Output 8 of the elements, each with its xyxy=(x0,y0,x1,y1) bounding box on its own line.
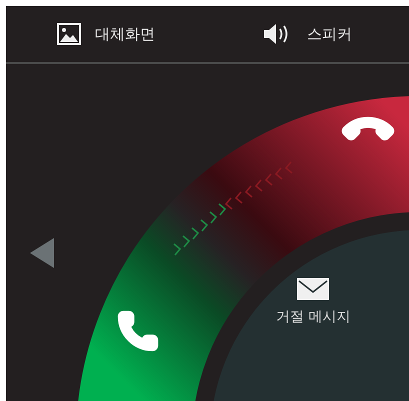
answer-slider-ring[interactable] xyxy=(76,96,409,401)
envelope-icon xyxy=(297,278,330,300)
reject-message-button[interactable]: 거절 메시지 xyxy=(274,276,352,328)
image-icon xyxy=(57,23,81,45)
top-bar-button[interactable]: 대체화면 xyxy=(53,19,159,49)
phone-icon[interactable] xyxy=(116,309,160,353)
back-arrow-icon[interactable] xyxy=(30,238,54,268)
top-bar-button[interactable]: 스피커 xyxy=(259,19,356,49)
